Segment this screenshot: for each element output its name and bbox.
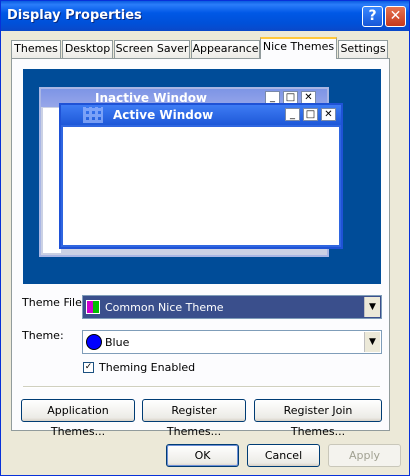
maximize-icon: □ — [303, 108, 318, 121]
active-title-bar: Active Window _ □ ✕ — [61, 105, 341, 125]
theme-file-value: Common Nice Theme — [105, 301, 224, 314]
chevron-down-icon[interactable]: ▼ — [364, 297, 380, 317]
application-themes-button[interactable]: Application Themes... — [21, 399, 135, 438]
register-join-themes-button[interactable]: Register Join Themes... — [254, 399, 382, 438]
blue-swatch-icon — [86, 334, 102, 350]
theming-enabled-label: Theming Enabled — [99, 361, 196, 374]
ok-button[interactable]: OK — [166, 444, 239, 467]
window-title: Display Properties — [7, 8, 142, 23]
theme-label: Theme: — [22, 329, 64, 342]
chevron-down-icon[interactable]: ▼ — [364, 332, 380, 352]
close-button[interactable]: ✕ — [385, 6, 406, 27]
active-window-body — [63, 127, 339, 245]
tab-settings[interactable]: Settings — [338, 40, 388, 58]
tab-screen-saver[interactable]: Screen Saver — [114, 40, 190, 58]
minimize-icon: _ — [285, 108, 300, 121]
window-logo-icon — [83, 107, 103, 123]
register-themes-button[interactable]: Register Themes... — [142, 399, 246, 438]
tab-appearance[interactable]: Appearance — [191, 40, 260, 58]
tab-themes[interactable]: Themes — [11, 40, 61, 58]
theme-file-combo[interactable]: Common Nice Theme ▼ — [82, 295, 382, 319]
separator — [23, 386, 380, 388]
cancel-button[interactable]: Cancel — [247, 444, 320, 467]
active-window-preview: Active Window _ □ ✕ — [59, 103, 343, 249]
theme-value: Blue — [105, 336, 130, 349]
close-icon: ✕ — [321, 108, 336, 121]
theme-file-icon — [86, 300, 100, 314]
apply-button[interactable]: Apply — [328, 444, 401, 467]
theming-enabled-checkbox[interactable]: ✓ — [83, 362, 94, 373]
help-button[interactable]: ? — [362, 6, 383, 27]
theme-preview: Inactive Window _ □ ✕ Active Window _ □ … — [23, 69, 381, 284]
display-properties-window: Display Properties ? ✕ Themes Desktop Sc… — [0, 0, 410, 476]
theme-file-label: Theme File: — [22, 296, 86, 309]
active-window-title: Active Window — [113, 108, 214, 122]
theme-combo[interactable]: Blue ▼ — [82, 330, 382, 354]
tab-nice-themes[interactable]: Nice Themes — [260, 37, 337, 59]
tab-desktop[interactable]: Desktop — [62, 40, 113, 58]
title-bar[interactable]: Display Properties ? ✕ — [1, 1, 409, 31]
